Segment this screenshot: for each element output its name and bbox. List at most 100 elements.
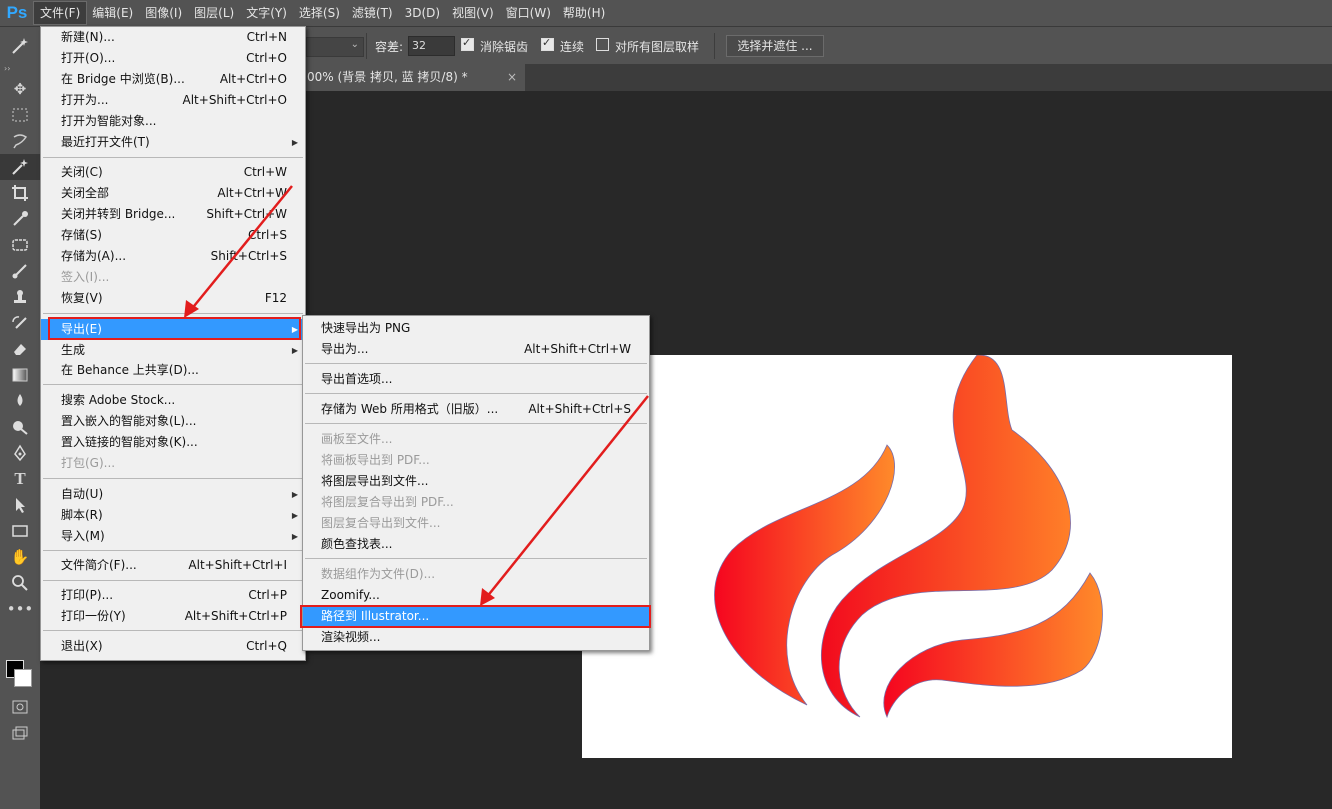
menu-item-export-preferences[interactable]: 导出首选项... (303, 369, 649, 390)
menu-item-open-smart-object[interactable]: 打开为智能对象... (41, 111, 305, 132)
document-tab[interactable]: 00% (背景 拷贝, 蓝 拷贝/8) * × (305, 64, 525, 91)
menu-item-render-video[interactable]: 渲染视频... (303, 627, 649, 648)
submenu-arrow-icon: ▶ (291, 346, 298, 355)
menu-filter[interactable]: 滤镜(T) (346, 2, 399, 24)
menu-item-save-as[interactable]: 存储为(A)... Shift+Ctrl+S (41, 246, 305, 267)
select-and-mask-button[interactable]: 选择并遮住 ... (726, 35, 824, 57)
marquee-tool-icon[interactable] (0, 102, 40, 128)
history-brush-tool-icon[interactable] (0, 310, 40, 336)
flame-right (883, 572, 1103, 719)
menu-item-open-as[interactable]: 打开为... Alt+Shift+Ctrl+O (41, 90, 305, 111)
menu-item-generate[interactable]: 生成 ▶ (41, 340, 305, 361)
magic-wand-icon[interactable] (0, 27, 40, 65)
zoom-tool-icon[interactable] (0, 570, 40, 596)
menu-item-save-for-web[interactable]: 存储为 Web 所用格式（旧版）... Alt+Shift+Ctrl+S (303, 399, 649, 420)
sample-all-layers-checkbox[interactable] (596, 38, 609, 51)
eraser-tool-icon[interactable] (0, 336, 40, 362)
menu-item-layers-to-files[interactable]: 将图层导出到文件... (303, 471, 649, 492)
menu-item-layer-comps-to-pdf: 将图层复合导出到 PDF... (321, 495, 454, 509)
collapse-icon[interactable]: ›› (0, 64, 40, 76)
menu-item-close[interactable]: 关闭(C) Ctrl+W (41, 162, 305, 183)
blur-tool-icon[interactable] (0, 388, 40, 414)
menu-edit[interactable]: 编辑(E) (86, 2, 139, 24)
file-menu: 新建(N)... Ctrl+N 打开(O)... Ctrl+O 在 Bridge 中… (40, 26, 306, 661)
contiguous-label: 连续 (560, 40, 585, 54)
sample-size-select[interactable]: ⌄ (306, 37, 364, 57)
healing-brush-tool-icon[interactable] (0, 232, 40, 258)
menu-item-close-all[interactable]: 关闭全部 Alt+Ctrl+W (41, 183, 305, 204)
submenu-arrow-icon: ▶ (291, 490, 298, 499)
magic-wand-tool-icon[interactable] (0, 154, 40, 180)
menu-item-save[interactable]: 存储(S) Ctrl+S (41, 225, 305, 246)
menu-item-color-lookup-tables[interactable]: 颜色查找表... (303, 534, 649, 555)
antialias-label: 消除锯齿 (480, 40, 529, 54)
menu-separator (305, 393, 647, 394)
flame-artwork (714, 354, 1103, 719)
menu-3d[interactable]: 3D(D) (399, 2, 446, 24)
menu-item-exit[interactable]: 退出(X) Ctrl+Q (41, 636, 305, 657)
gradient-tool-icon[interactable] (0, 362, 40, 388)
quick-mask-icon[interactable] (0, 694, 40, 720)
menu-type[interactable]: 文字(Y) (240, 2, 293, 24)
divider (366, 33, 367, 59)
menu-separator (43, 630, 303, 631)
menu-item-place-linked[interactable]: 置入链接的智能对象(K)... (41, 432, 305, 453)
menu-item-file-info[interactable]: 文件简介(F)... Alt+Shift+Ctrl+I (41, 555, 305, 576)
menu-item-browse-bridge[interactable]: 在 Bridge 中浏览(B)... Alt+Ctrl+O (41, 69, 305, 90)
eyedropper-tool-icon[interactable] (0, 206, 40, 232)
close-icon[interactable]: × (507, 64, 517, 91)
menu-layer[interactable]: 图层(L) (188, 2, 240, 24)
menu-item-import[interactable]: 导入(M) ▶ (41, 526, 305, 547)
menu-item-open[interactable]: 打开(O)... Ctrl+O (41, 48, 305, 69)
menu-item-package: 打包(G)... (61, 456, 116, 470)
menu-item-print[interactable]: 打印(P)... Ctrl+P (41, 585, 305, 606)
menu-item-place-embedded[interactable]: 置入嵌入的智能对象(L)... (41, 411, 305, 432)
lasso-tool-icon[interactable] (0, 128, 40, 154)
menu-item-revert[interactable]: 恢复(V) F12 (41, 288, 305, 309)
more-tools-icon[interactable]: ••• (0, 596, 40, 622)
tolerance-label: 容差: (375, 40, 404, 54)
antialias-checkbox[interactable] (461, 36, 474, 51)
menu-item-quick-export-png[interactable]: 快速导出为 PNG (303, 318, 649, 339)
menu-view[interactable]: 视图(V) (446, 2, 500, 24)
brush-tool-icon[interactable] (0, 258, 40, 284)
pen-tool-icon[interactable] (0, 440, 40, 466)
background-color-swatch[interactable] (14, 669, 32, 687)
annotation-box-paths-to-illustrator (300, 605, 651, 628)
menu-help[interactable]: 帮助(H) (557, 2, 611, 24)
menu-separator (43, 478, 303, 479)
dodge-tool-icon[interactable] (0, 414, 40, 440)
menu-item-automate[interactable]: 自动(U) ▶ (41, 484, 305, 505)
menu-item-artboards-to-files: 画板至文件... (321, 432, 393, 446)
path-selection-tool-icon[interactable] (0, 492, 40, 518)
menu-item-close-go-bridge[interactable]: 关闭并转到 Bridge... Shift+Ctrl+W (41, 204, 305, 225)
sample-all-layers-label: 对所有图层取样 (615, 40, 700, 54)
crop-tool-icon[interactable] (0, 180, 40, 206)
tolerance-input[interactable]: 32 (408, 36, 455, 56)
menu-item-export-as[interactable]: 导出为... Alt+Shift+Ctrl+W (303, 339, 649, 360)
menu-item-check-in: 签入(I)... (61, 270, 110, 284)
move-tool-icon[interactable]: ✥ (0, 76, 40, 102)
menu-item-share-behance[interactable]: 在 Behance 上共享(D)... (41, 360, 305, 381)
menu-item-new[interactable]: 新建(N)... Ctrl+N (41, 27, 305, 48)
screen-mode-icon[interactable] (0, 720, 40, 746)
menu-window[interactable]: 窗口(W) (500, 2, 557, 24)
menu-file[interactable]: 文件(F) (32, 1, 88, 25)
type-tool-icon[interactable]: T (0, 466, 40, 492)
hand-tool-icon[interactable]: ✋ (0, 544, 40, 570)
menu-item-zoomify[interactable]: Zoomify... (303, 585, 649, 606)
menu-item-search-stock[interactable]: 搜索 Adobe Stock... (41, 390, 305, 411)
menu-separator (305, 363, 647, 364)
menu-image[interactable]: 图像(I) (139, 2, 188, 24)
menu-select[interactable]: 选择(S) (293, 2, 346, 24)
document-canvas[interactable] (582, 354, 1232, 758)
rectangle-tool-icon[interactable] (0, 518, 40, 544)
contiguous-checkbox[interactable] (541, 36, 554, 51)
chevron-down-icon: ⌄ (350, 39, 359, 50)
menu-separator (43, 580, 303, 581)
menu-item-recent-files[interactable]: 最近打开文件(T) ▶ (41, 132, 305, 153)
menu-item-scripts[interactable]: 脚本(R) ▶ (41, 505, 305, 526)
stamp-tool-icon[interactable] (0, 284, 40, 310)
export-submenu: 快速导出为 PNG 导出为... Alt+Shift+Ctrl+W 导出首选项..… (302, 315, 650, 651)
menu-item-print-one-copy[interactable]: 打印一份(Y) Alt+Shift+Ctrl+P (41, 606, 305, 627)
